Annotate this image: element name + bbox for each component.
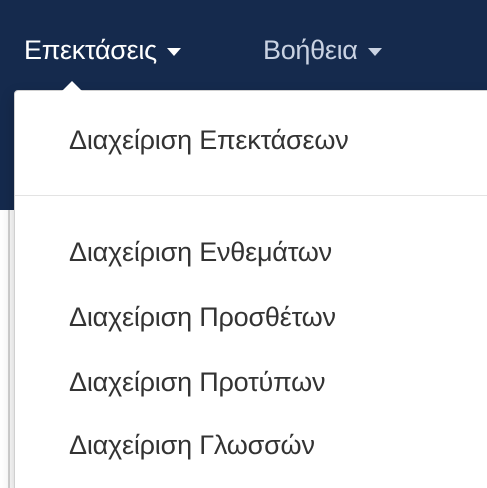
caret-down-icon: [367, 48, 382, 56]
extensions-dropdown-menu: Διαχείριση Επεκτάσεων Διαχείριση Ενθεμάτ…: [14, 81, 487, 488]
dropdown-pointer: [61, 81, 83, 92]
menu-item-manage-modules[interactable]: Διαχείριση Ενθεμάτων: [69, 237, 332, 268]
menu-item-manage-languages[interactable]: Διαχείριση Γλωσσών: [69, 430, 315, 461]
nav-extensions-menu[interactable]: Επεκτάσεις: [24, 30, 181, 70]
menu-item-manage-plugins[interactable]: Διαχείριση Προσθέτων: [69, 302, 336, 333]
nav-help-menu[interactable]: Βοήθεια: [263, 30, 382, 70]
menu-divider: [15, 195, 487, 196]
page: Επεκτάσεις Βοήθεια Διαχείριση Επεκτάσεων…: [0, 0, 487, 488]
menu-item-manage-templates[interactable]: Διαχείριση Προτύπων: [69, 367, 326, 398]
caret-down-icon: [166, 48, 181, 56]
menu-item-manage-extensions[interactable]: Διαχείριση Επεκτάσεων: [69, 125, 349, 156]
nav-help-label: Βοήθεια: [263, 34, 358, 65]
background-divider: [8, 210, 10, 488]
nav-extensions-label: Επεκτάσεις: [24, 34, 157, 65]
